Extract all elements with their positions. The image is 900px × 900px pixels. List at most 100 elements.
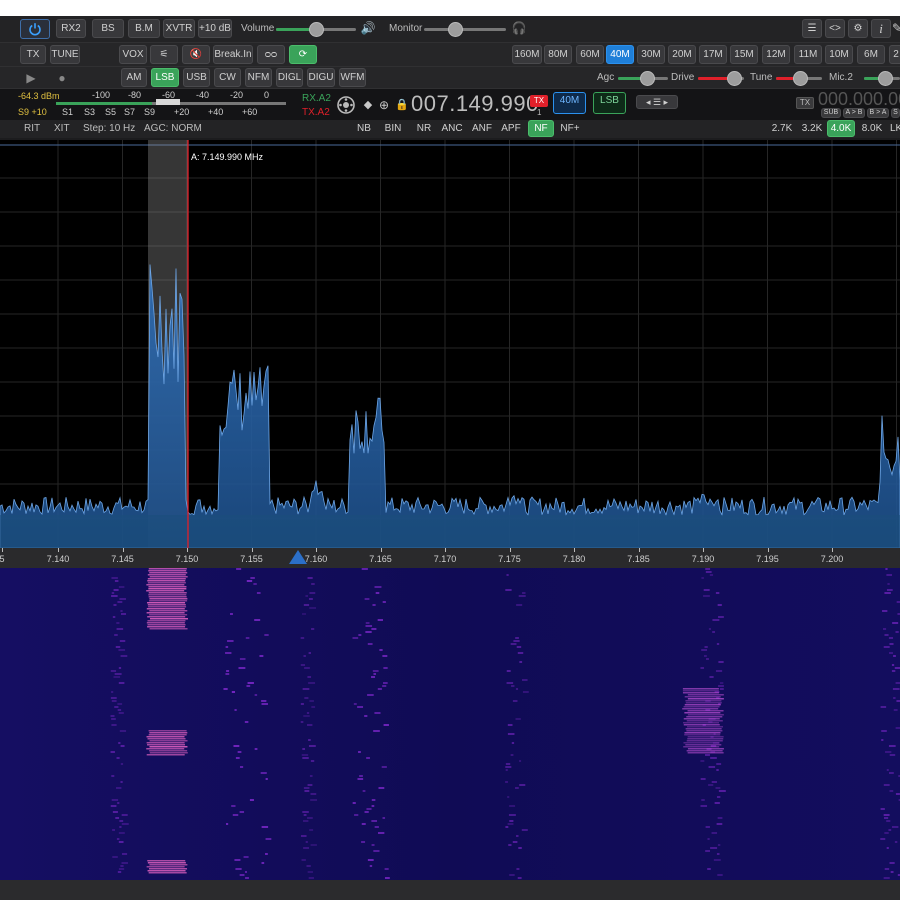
code-button[interactable]: <> [825,19,845,38]
top-toolbar: RX2 BS B.M XVTR +10 dB Volume 🔊 Monitor … [0,16,900,42]
volume-slider[interactable] [276,22,356,37]
sub-button-1[interactable]: A > B [843,108,865,118]
frequency-scale[interactable]: 5 7.140 7.145 7.150 7.155 7.160 7.165 7.170 7.17… [0,548,900,568]
dsp-button-nr[interactable]: NR [412,120,436,137]
band-button-6m[interactable]: 6M [857,45,885,64]
xvtr-button[interactable]: XVTR [163,19,195,38]
breakin-button[interactable]: Break.In [213,45,253,64]
band-button-20m[interactable]: 20M [668,45,696,64]
plus10db-button[interactable]: +10 dB [198,19,232,38]
settings-button[interactable]: ⚙ [848,19,868,38]
sub-button-2[interactable]: B > A [867,108,889,118]
waterfall[interactable] [0,568,900,880]
agc-slider-knob[interactable] [640,71,655,86]
mute-button[interactable]: 🔇 [182,45,210,64]
tune-slider-knob[interactable] [793,71,808,86]
xit-button[interactable]: XIT [54,123,70,134]
power-button[interactable] [20,19,50,39]
add-icon[interactable]: ⊕ [378,97,390,113]
band-button-15m[interactable]: 15M [730,45,758,64]
tune-label: Tune [750,72,773,83]
band-button-17m[interactable]: 17M [699,45,727,64]
vfo-band-button[interactable]: 40M [553,92,586,114]
filter-button-lk[interactable]: LK [889,120,900,137]
drive-slider-knob[interactable] [727,71,742,86]
agc-slider[interactable] [618,71,668,86]
mode-button-wfm[interactable]: WFM [339,68,366,87]
band-button-60m[interactable]: 60M [576,45,604,64]
volume-slider-knob[interactable] [309,22,324,37]
band-button-30m[interactable]: 30M [637,45,665,64]
sub-button-0[interactable]: SUB [821,108,841,118]
band-button-12m[interactable]: 12M [762,45,790,64]
monitor-slider[interactable] [424,22,506,37]
vox-button[interactable]: VOX [119,45,147,64]
agc-mode-label[interactable]: AGC: NORM [144,123,202,134]
tune-slider[interactable] [776,71,822,86]
step-label[interactable]: Step: 10 Hz [83,123,135,134]
speaker-icon[interactable]: 🔊 [360,20,376,36]
vfo-nav-button[interactable]: ◂ ☰ ▸ [636,95,678,109]
meter-bottom-tick: +60 [242,107,258,117]
filter-button-40k[interactable]: 4.0K [827,120,855,137]
vfo-b-frequency[interactable]: 000.000.00 [818,89,900,110]
dsp-button-bin[interactable]: BIN [381,120,405,137]
dsp-button-nb[interactable]: NB [352,120,376,137]
monitor-slider-knob[interactable] [448,22,463,37]
mic-slider[interactable] [864,71,900,86]
mute-icon: 🔇 [189,49,203,60]
panadapter[interactable]: A: 7.149.990 MHz [0,140,900,548]
bs-button[interactable]: BS [92,19,124,38]
dsp-button-anc[interactable]: ANC [440,120,464,137]
dial-icon[interactable] [336,95,356,115]
mode-button-digl[interactable]: DIGL [276,68,303,87]
eq-button[interactable]: ⚟ [150,45,178,64]
tune-button[interactable]: TUNE [50,45,80,64]
info-button[interactable]: i [871,19,891,38]
sub-button-3[interactable]: S [891,108,900,118]
play-icon[interactable]: ▶ [24,70,38,86]
drive-slider-fill [698,77,731,80]
band-button-10m[interactable]: 10M [825,45,853,64]
record-button[interactable]: ᴑᴑ [257,45,285,64]
dsp-button-nf-plus[interactable]: NF+ [558,120,582,137]
mode-button-cw[interactable]: CW [214,68,241,87]
band-button-2[interactable]: 2 [889,45,900,64]
dsp-button-anf[interactable]: ANF [470,120,494,137]
band-button-80m[interactable]: 80M [544,45,572,64]
mode-button-nfm[interactable]: NFM [245,68,272,87]
scale-tick [832,548,833,552]
band-button-11m[interactable]: 11M [794,45,822,64]
headphones-icon[interactable]: 🎧 [510,20,528,36]
filter-button-80k[interactable]: 8.0K [858,120,886,137]
mode-button-digu[interactable]: DIGU [307,68,335,87]
tx-button[interactable]: TX [20,45,46,64]
pin-icon[interactable]: ✎ [892,20,900,36]
band-button-40m[interactable]: 40M [606,45,634,64]
band-button-160m[interactable]: 160M [512,45,542,64]
filter-button-32k[interactable]: 3.2K [798,120,826,137]
dsp-button-nf[interactable]: NF [528,120,554,137]
vfo-mode-button[interactable]: LSB [593,92,626,114]
mode-button-usb[interactable]: USB [183,68,210,87]
panadapter-graph[interactable] [0,140,900,548]
vfo-a-frequency[interactable]: 007.149.990 [411,91,539,117]
mode-button-am[interactable]: AM [121,68,147,87]
dsp-button-apf[interactable]: APF [499,120,523,137]
rx2-button[interactable]: RX2 [56,19,86,38]
mode-button-lsb[interactable]: LSB [151,68,179,87]
filter-button-27k[interactable]: 2.7K [768,120,796,137]
drive-slider[interactable] [698,71,744,86]
scale-tick [316,548,317,552]
mic-slider-knob[interactable] [878,71,893,86]
dsp-row: RIT XIT Step: 10 Hz AGC: NORM NB BIN NR ANC… [0,120,900,138]
eraser-icon[interactable]: ◆ [362,97,374,113]
record-dot-icon[interactable]: ● [55,70,69,86]
meter-bottom-tick: S5 [105,107,117,117]
loop-button[interactable]: ⟳ [289,45,317,64]
meter-bottom-tick: +20 [174,107,190,117]
rit-button[interactable]: RIT [24,123,40,134]
bm-button[interactable]: B.M [128,19,160,38]
menu-button[interactable]: ☰ [802,19,822,38]
lock-icon[interactable]: 🔒 [395,97,409,113]
